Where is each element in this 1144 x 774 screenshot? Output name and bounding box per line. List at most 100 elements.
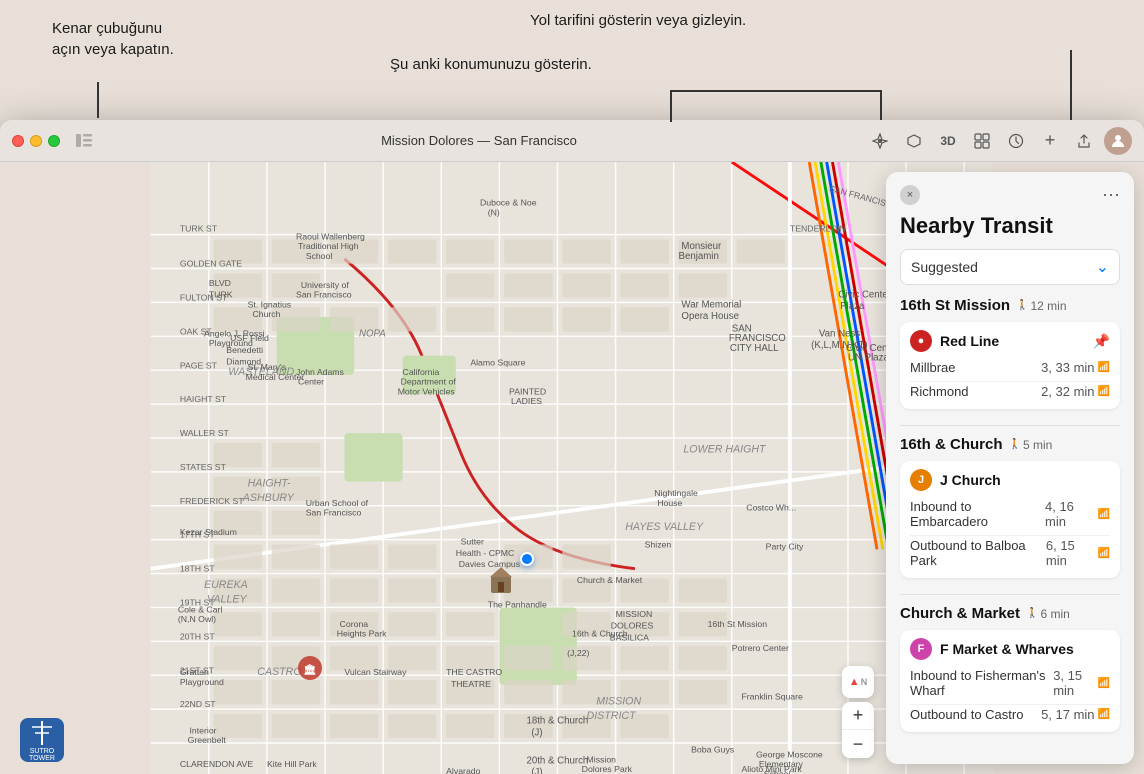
sort-dropdown[interactable]: Suggested ⌄ [900,249,1120,285]
svg-text:Dolores Park: Dolores Park [582,764,633,774]
svg-text:Mission: Mission [587,754,617,764]
route-line-name: F Market & Wharves [940,641,1110,657]
svg-text:(N,N Owl): (N,N Owl) [178,614,216,624]
titlebar-actions: 3D + [866,127,1132,155]
route-annotation: Yol tarifini gösterin veya gizleyin. [530,10,746,31]
route-item-j-church[interactable]: J J Church Inbound to Embarcadero 4, 16 … [900,461,1120,578]
route-line-header: F F Market & Wharves [910,638,1110,660]
dest-name: Inbound to Fisherman's Wharf [910,668,1053,698]
route-time: 5, 17 min 📶 [1041,707,1110,722]
3d-button[interactable]: 3D [934,127,962,155]
map-type-button[interactable] [968,127,996,155]
overlay-button[interactable] [900,127,928,155]
sidebar-toggle-button[interactable] [76,133,92,149]
svg-text:MISSION: MISSION [616,609,653,619]
fullscreen-button[interactable] [48,135,60,147]
zoom-in-button[interactable]: + [842,702,874,730]
panel-title: Nearby Transit [886,213,1134,249]
svg-text:HAYES VALLEY: HAYES VALLEY [625,521,704,533]
svg-text:Opera House: Opera House [681,311,739,322]
panel-close-button[interactable]: × [900,185,920,205]
svg-text:CLARENDON AVE: CLARENDON AVE [180,759,254,769]
route-dest-millbrae: Millbrae 3, 33 min 📶 [910,358,1110,377]
route-time: 3, 33 min 📶 [1041,360,1110,375]
route-dest-embarcadero: Inbound to Embarcadero 4, 16 min 📶 [910,497,1110,531]
station-section-16th-st-mission: 16th St Mission 🚶 12 min ● Red Line 📌 [900,297,1120,409]
walk-icon: 🚶 [1016,300,1028,311]
route-item-f-market[interactable]: F F Market & Wharves Inbound to Fisherma… [900,630,1120,732]
svg-text:DISTRICT: DISTRICT [587,710,638,722]
panel-more-button[interactable]: ··· [1102,184,1120,205]
svg-text:George Moscone: George Moscone [756,750,823,760]
svg-text:BASILICA: BASILICA [610,632,649,642]
signal-icon: 📶 [1098,678,1110,689]
svg-text:18th & Church: 18th & Church [526,716,588,727]
svg-text:Interior: Interior [190,725,217,735]
clock-button[interactable] [1002,127,1030,155]
walk-icon: 🚶 [1026,608,1038,619]
route-line-name: J Church [940,472,1110,488]
map-container[interactable]: TURK ST GOLDEN GATE FULTON ST OAK ST PAG… [0,162,1144,774]
route-dest-fishermans: Inbound to Fisherman's Wharf 3, 15 min 📶 [910,666,1110,700]
traffic-lights [12,135,60,147]
route-dest-balboa: Outbound to Balboa Park 6, 15 min 📶 [910,535,1110,570]
svg-text:CITY HALL: CITY HALL [730,343,779,354]
walk-icon: 🚶 [1009,439,1021,450]
svg-text:16th St Mission: 16th St Mission [708,619,768,629]
compass-button[interactable]: ▲N [842,666,874,698]
svg-text:Heights Park: Heights Park [337,628,387,638]
window-title: Mission Dolores — San Francisco [100,133,858,148]
route-dest-castro: Outbound to Castro 5, 17 min 📶 [910,704,1110,724]
red-line-badge: ● [910,330,932,352]
svg-text:EUREKA: EUREKA [204,579,248,591]
mission-dolores-marker[interactable] [488,567,514,602]
transit-list[interactable]: 16th St Mission 🚶 12 min ● Red Line 📌 [886,297,1134,764]
castro-theatre-marker[interactable]: 🏛 [296,654,324,689]
svg-text:20th & Church: 20th & Church [526,755,588,766]
svg-text:Potrero Center: Potrero Center [732,643,789,653]
svg-text:Grattan: Grattan [180,667,209,677]
svg-text:GOLDEN GATE: GOLDEN GATE [180,259,242,269]
svg-text:Alvarado: Alvarado [446,766,481,774]
share-button[interactable] [1070,127,1098,155]
svg-text:Greenbelt: Greenbelt [188,735,227,745]
svg-text:PAGE ST: PAGE ST [180,360,218,370]
svg-text:🏛: 🏛 [304,664,317,676]
signal-icon: 📶 [1098,386,1110,397]
svg-text:House: House [657,498,682,508]
svg-text:TENDERLOIN: TENDERLOIN [790,224,846,234]
sidebar-annotation-line [97,82,99,118]
svg-text:Sutter: Sutter [461,537,484,547]
svg-text:MISSION: MISSION [596,695,641,707]
route-time: 4, 16 min 📶 [1045,499,1110,529]
signal-icon: 📶 [1098,509,1110,520]
dest-name: Inbound to Embarcadero [910,499,1045,529]
svg-text:Kite Hill Park: Kite Hill Park [267,759,317,769]
divider [900,425,1120,426]
svg-text:Costco Wh...: Costco Wh... [746,503,796,513]
user-button[interactable] [1104,127,1132,155]
route-line-name: Red Line [940,333,1085,349]
route-time: 3, 15 min 📶 [1053,668,1110,698]
zoom-out-button[interactable]: − [842,730,874,758]
svg-text:THEATRE: THEATRE [451,679,491,689]
close-button[interactable] [12,135,24,147]
chevron-down-icon: ⌄ [1096,257,1109,277]
route-time: 2, 32 min 📶 [1041,384,1110,399]
svg-text:FREDERICK ST: FREDERICK ST [180,496,245,506]
station-header: 16th & Church 🚶 5 min [900,436,1120,453]
svg-text:Corona: Corona [340,619,369,629]
svg-text:University of: University of [301,280,349,290]
svg-text:Cole & Carl: Cole & Carl [178,604,223,614]
zoom-controls: + − [842,702,874,758]
add-button[interactable]: + [1036,127,1064,155]
minimize-button[interactable] [30,135,42,147]
svg-text:Franklin Square: Franklin Square [741,691,803,701]
location-button[interactable] [866,127,894,155]
route-item-red-line[interactable]: ● Red Line 📌 Millbrae 3, 33 min 📶 Richmo… [900,322,1120,409]
svg-text:THE CASTRO: THE CASTRO [446,667,502,677]
svg-text:(J): (J) [531,767,542,774]
svg-text:War Memorial: War Memorial [681,299,741,310]
svg-text:Boba Guys: Boba Guys [691,745,735,755]
route-annotation-vert2 [670,90,672,122]
